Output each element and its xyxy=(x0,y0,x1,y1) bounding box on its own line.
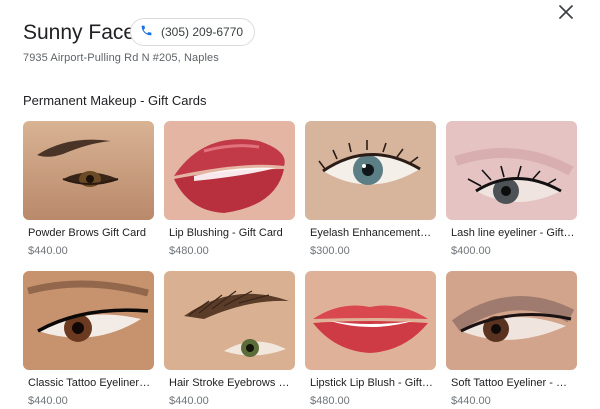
product-card[interactable]: Classic Tattoo Eyeliner Gift Card $440.0… xyxy=(23,271,154,409)
product-title: Hair Stroke Eyebrows - Gift Card xyxy=(169,377,293,389)
product-price: $440.00 xyxy=(169,395,209,407)
product-title: Lip Blushing - Gift Card xyxy=(169,227,283,239)
business-header: Sunny Face (305) 209-6770 7935 Airport-P… xyxy=(23,18,600,78)
section-title: Permanent Makeup - Gift Cards xyxy=(23,93,207,108)
product-price: $440.00 xyxy=(451,395,491,407)
product-price: $440.00 xyxy=(28,245,68,257)
product-image-lashline xyxy=(446,121,577,220)
product-price: $300.00 xyxy=(310,245,350,257)
product-image-smoky xyxy=(446,271,577,370)
product-card[interactable]: Lip Blushing - Gift Card $480.00 xyxy=(164,121,295,259)
close-icon xyxy=(559,4,573,24)
phone-button[interactable]: (305) 209-6770 xyxy=(130,18,256,46)
product-title: Lipstick Lip Blush - Gift Card xyxy=(310,377,434,389)
product-card[interactable]: Eyelash Enhancement Gift Card $300.00 xyxy=(305,121,436,259)
product-image-hairstroke xyxy=(164,271,295,370)
product-card[interactable]: Hair Stroke Eyebrows - Gift Card $440.00 xyxy=(164,271,295,409)
product-image-brows xyxy=(23,121,154,220)
product-title: Powder Brows Gift Card xyxy=(28,227,146,239)
product-price: $440.00 xyxy=(28,395,68,407)
product-price: $400.00 xyxy=(451,245,491,257)
phone-icon xyxy=(140,24,153,40)
product-title: Eyelash Enhancement Gift Card xyxy=(310,227,434,239)
business-address: 7935 Airport-Pulling Rd N #205, Naples xyxy=(23,52,219,64)
product-image-lipstick xyxy=(305,271,436,370)
product-image-eye xyxy=(305,121,436,220)
product-image-eyeliner xyxy=(23,271,154,370)
product-grid: Powder Brows Gift Card $440.00 Lip Blush… xyxy=(23,121,577,409)
phone-number: (305) 209-6770 xyxy=(161,25,244,39)
product-card[interactable]: Powder Brows Gift Card $440.00 xyxy=(23,121,154,259)
business-name: Sunny Face xyxy=(23,21,136,44)
product-price: $480.00 xyxy=(169,245,209,257)
product-card[interactable]: Soft Tattoo Eyeliner - Gift Card $440.00 xyxy=(446,271,577,409)
product-title: Soft Tattoo Eyeliner - Gift Card xyxy=(451,377,575,389)
close-button[interactable] xyxy=(556,4,576,24)
product-title: Classic Tattoo Eyeliner Gift Card xyxy=(28,377,152,389)
product-card[interactable]: Lipstick Lip Blush - Gift Card $480.00 xyxy=(305,271,436,409)
product-image-lips xyxy=(164,121,295,220)
product-title: Lash line eyeliner - Gift Card xyxy=(451,227,575,239)
product-price: $480.00 xyxy=(310,395,350,407)
product-card[interactable]: Lash line eyeliner - Gift Card $400.00 xyxy=(446,121,577,259)
